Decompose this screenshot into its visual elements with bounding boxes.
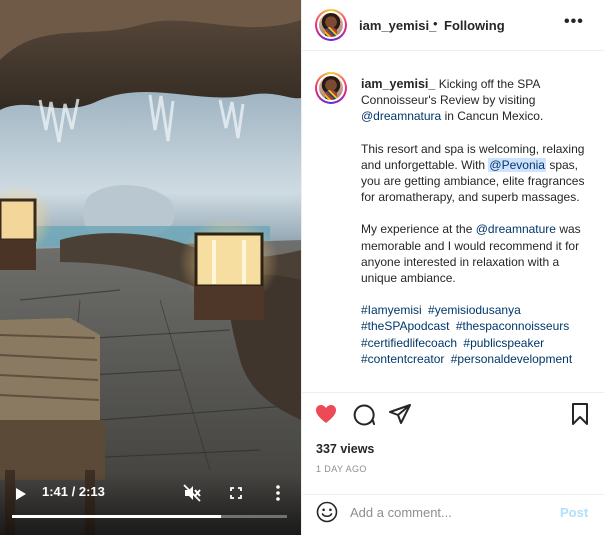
caption-paragraph-2: This resort and spa is welcoming, relaxi… bbox=[361, 141, 594, 206]
bookmark-icon[interactable] bbox=[568, 402, 592, 426]
caption-username[interactable]: iam_yemisi_ bbox=[361, 77, 435, 91]
hashtag-link[interactable]: #Iamyemisi bbox=[361, 303, 422, 317]
actions-divider bbox=[302, 392, 604, 393]
video-options-icon[interactable] bbox=[268, 483, 288, 503]
post-header: iam_yemisi_ • Following ••• bbox=[302, 0, 604, 50]
action-bar bbox=[302, 398, 604, 428]
comment-bar: Post bbox=[302, 494, 604, 535]
separator-dot: • bbox=[433, 16, 438, 31]
caption-paragraph-1: iam_yemisi_ Kicking off the SPA Connoiss… bbox=[361, 76, 594, 125]
video-time-display: 1:41 / 2:13 bbox=[42, 484, 105, 499]
comment-input[interactable] bbox=[350, 502, 550, 522]
emoji-icon[interactable] bbox=[316, 501, 338, 523]
hashtag-link[interactable]: #theSPApodcast bbox=[361, 319, 450, 333]
hashtag-list: #Iamyemisi #yemisiodusanya #theSPApodcas… bbox=[361, 302, 594, 367]
view-count[interactable]: 337 views bbox=[316, 442, 374, 456]
hashtag-link[interactable]: #thespaconnoisseurs bbox=[456, 319, 569, 333]
profile-photo bbox=[319, 13, 343, 37]
caption-p3-before: My experience at the bbox=[361, 222, 473, 237]
header-username[interactable]: iam_yemisi_ bbox=[359, 18, 436, 33]
profile-photo bbox=[319, 76, 343, 100]
following-button[interactable]: Following bbox=[444, 18, 505, 33]
fullscreen-icon[interactable] bbox=[226, 483, 246, 503]
post-panel: iam_yemisi_ • Following ••• iam_yemisi_ … bbox=[301, 0, 604, 535]
hashtag-link[interactable]: #yemisiodusanya bbox=[428, 303, 521, 317]
post-comment-button[interactable]: Post bbox=[560, 505, 588, 520]
caption-avatar[interactable] bbox=[315, 72, 347, 104]
hashtag-link[interactable]: #publicspeaker bbox=[463, 336, 544, 350]
video-progress-fill bbox=[12, 515, 221, 518]
comment-icon[interactable] bbox=[352, 402, 376, 426]
avatar[interactable] bbox=[315, 9, 347, 41]
video-progress-bar[interactable] bbox=[12, 515, 287, 518]
share-icon[interactable] bbox=[388, 402, 412, 426]
video-player[interactable]: 1:41 / 2:13 bbox=[0, 0, 301, 535]
video-frame-cave-spa bbox=[0, 0, 301, 535]
mute-icon[interactable] bbox=[182, 483, 202, 503]
play-icon[interactable] bbox=[12, 486, 28, 502]
mention-pevonia[interactable]: @Pevonia bbox=[488, 157, 546, 172]
mention-dreamnature[interactable]: @dreamnature bbox=[476, 222, 556, 236]
more-options-icon[interactable]: ••• bbox=[564, 13, 584, 31]
mention-dreamnatura[interactable]: @dreamnatura bbox=[361, 109, 441, 123]
hashtag-link[interactable]: #contentcreator bbox=[361, 352, 444, 366]
caption-paragraph-3: My experience at the @dreamnature was me… bbox=[361, 221, 594, 286]
hashtag-link[interactable]: #certifiedlifecoach bbox=[361, 336, 457, 350]
video-controls-bar: 1:41 / 2:13 bbox=[0, 474, 301, 535]
hashtag-link[interactable]: #personaldevelopment bbox=[451, 352, 572, 366]
post-date: 1 DAY AGO bbox=[316, 464, 367, 474]
header-divider bbox=[302, 50, 604, 51]
like-heart-icon[interactable] bbox=[314, 402, 338, 426]
caption-text: iam_yemisi_ Kicking off the SPA Connoiss… bbox=[361, 76, 594, 383]
caption-intro-suffix: in Cancun Mexico. bbox=[444, 109, 544, 124]
caption-section: iam_yemisi_ Kicking off the SPA Connoiss… bbox=[302, 60, 604, 390]
